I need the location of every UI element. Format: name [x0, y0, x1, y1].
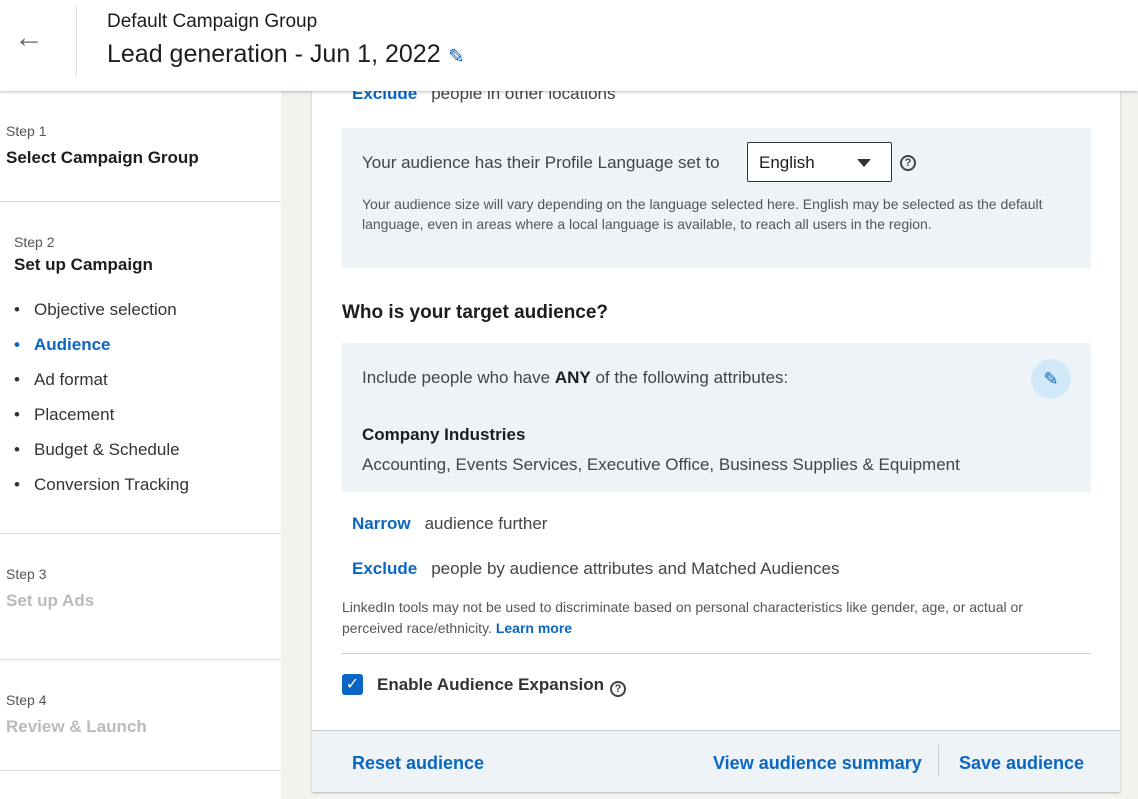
- step-number: Step 2: [14, 234, 55, 250]
- row-text: audience further: [424, 514, 548, 533]
- narrow-row: Narrow audience further: [352, 514, 547, 534]
- step-4: Step 4 Review & Launch: [0, 660, 281, 771]
- substep-placement[interactable]: Placement: [14, 405, 189, 440]
- narrow-link[interactable]: Narrow: [352, 514, 411, 533]
- edit-attributes-pencil-icon[interactable]: ✎: [1031, 359, 1071, 399]
- divider: [76, 6, 77, 76]
- view-summary-button[interactable]: View audience summary: [713, 753, 922, 774]
- exclude-link[interactable]: Exclude: [352, 559, 417, 578]
- step-title: Select Campaign Group: [6, 148, 199, 167]
- step-title: Review & Launch: [6, 717, 147, 736]
- save-audience-button[interactable]: Save audience: [959, 753, 1084, 774]
- campaign-group-name: Default Campaign Group: [107, 11, 318, 32]
- step-number: Step 4: [6, 692, 47, 708]
- row-text: people by audience attributes and Matche…: [431, 559, 840, 578]
- card-footer: Reset audience View audience summary Sav…: [312, 730, 1120, 792]
- back-arrow-icon[interactable]: ←: [14, 22, 46, 54]
- reset-audience-button[interactable]: Reset audience: [352, 753, 484, 774]
- divider: [938, 745, 939, 777]
- step-1[interactable]: Step 1 Select Campaign Group: [0, 91, 281, 202]
- sidebar: Step 1 Select Campaign Group Step 2 Set …: [0, 91, 281, 799]
- audience-expansion-label: Enable Audience Expansion?: [377, 675, 627, 697]
- campaign-title: Lead generation - Jun 1, 2022: [107, 40, 441, 68]
- help-icon[interactable]: ?: [900, 155, 916, 171]
- step-number: Step 3: [6, 566, 47, 582]
- language-select[interactable]: English: [747, 142, 892, 182]
- exclude-row: Exclude people by audience attributes and…: [352, 559, 840, 579]
- include-text: Include people who have ANY of the follo…: [362, 368, 789, 387]
- substep-conversion[interactable]: Conversion Tracking: [14, 475, 189, 510]
- attributes-panel: Include people who have ANY of the follo…: [342, 343, 1091, 492]
- attribute-category: Company Industries: [362, 425, 526, 444]
- substep-objective[interactable]: Objective selection: [14, 300, 189, 335]
- learn-more-link[interactable]: Learn more: [496, 620, 572, 636]
- language-panel: Your audience has their Profile Language…: [342, 128, 1091, 268]
- substep-budget[interactable]: Budget & Schedule: [14, 440, 189, 475]
- audience-card: Exclude people in other locations Your au…: [312, 84, 1120, 792]
- help-icon[interactable]: ?: [610, 681, 627, 697]
- step-3: Step 3 Set up Ads: [0, 534, 281, 660]
- caret-down-icon: [857, 159, 871, 167]
- attribute-values: Accounting, Events Services, Executive O…: [362, 455, 960, 474]
- step-2-substeps: Objective selection Audience Ad format P…: [14, 300, 189, 510]
- substep-ad-format[interactable]: Ad format: [14, 370, 189, 405]
- language-question: Your audience has their Profile Language…: [362, 153, 720, 172]
- header: ← Default Campaign Group Lead generation…: [0, 0, 1138, 91]
- step-number: Step 1: [6, 123, 47, 139]
- audience-expansion-checkbox[interactable]: ✓: [342, 674, 363, 695]
- language-note: Your audience size will vary depending o…: [362, 196, 1043, 232]
- disclaimer: LinkedIn tools may not be used to discri…: [342, 599, 1023, 636]
- target-audience-heading: Who is your target audience?: [342, 302, 609, 323]
- edit-title-pencil-icon[interactable]: ✎: [448, 44, 465, 69]
- substep-audience[interactable]: Audience: [14, 335, 189, 370]
- step-title: Set up Ads: [6, 591, 95, 610]
- divider: [342, 653, 1091, 654]
- step-title: Set up Campaign: [14, 255, 153, 274]
- selected-language: English: [759, 153, 815, 172]
